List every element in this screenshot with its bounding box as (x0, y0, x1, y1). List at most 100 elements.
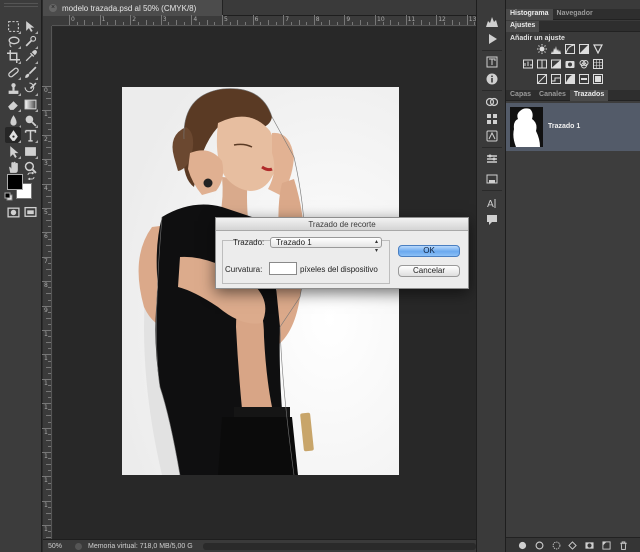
shape-tool-icon[interactable] (22, 143, 38, 159)
tools-panel (0, 0, 42, 552)
blur-tool-icon[interactable] (5, 112, 21, 128)
ruler-tick (168, 22, 170, 25)
flatness-input[interactable] (269, 262, 297, 275)
foreground-color-swatch[interactable] (7, 174, 23, 190)
marquee-tool-icon[interactable] (5, 18, 21, 34)
black-white-icon[interactable] (550, 58, 561, 69)
levels-icon[interactable] (550, 43, 561, 54)
vertical-ruler[interactable]: 0123456789111111111 (42, 26, 52, 545)
color-lookup-icon[interactable] (592, 58, 603, 69)
ruler-tick (191, 15, 193, 25)
ruler-tick (352, 22, 354, 25)
notes-icon[interactable] (485, 213, 499, 227)
threshold-icon[interactable] (564, 73, 575, 84)
hue-saturation-icon[interactable] (522, 58, 533, 69)
path-selection-tool-icon[interactable] (5, 143, 21, 159)
vibrance-icon[interactable] (592, 43, 603, 54)
channel-mixer-icon[interactable] (578, 58, 589, 69)
ruler-tick (244, 22, 246, 25)
ruler-tick (137, 22, 139, 25)
tab-paths[interactable]: Trazados (569, 90, 609, 101)
ruler-tick (42, 330, 51, 331)
new-path-icon[interactable] (602, 540, 611, 550)
character-icon[interactable] (485, 55, 499, 69)
tab-channels[interactable]: Canales (535, 90, 570, 101)
brush-tool-icon[interactable] (22, 64, 38, 80)
ruler-tick (48, 470, 51, 472)
close-icon[interactable]: × (49, 4, 57, 12)
selective-color-icon[interactable] (592, 73, 603, 84)
tab-histogram[interactable]: Histograma (506, 9, 553, 20)
tab-navigator[interactable]: Navegador (553, 9, 597, 20)
swatches-icon[interactable] (485, 112, 499, 126)
crop-tool-icon[interactable] (5, 48, 21, 64)
ruler-tick (42, 305, 51, 307)
load-selection-icon[interactable] (552, 541, 561, 550)
ruler-tick (46, 513, 51, 514)
document-tab[interactable]: × modelo trazada.psd al 50% (CMYK/8) (43, 0, 223, 16)
ruler-tick (48, 116, 51, 118)
paragraph-icon[interactable]: A (485, 196, 499, 210)
exposure-icon[interactable] (578, 43, 589, 54)
cancel-button[interactable]: Cancelar (398, 265, 460, 277)
stroke-path-icon[interactable] (535, 541, 544, 550)
dodge-tool-icon[interactable] (22, 112, 38, 128)
tab-layers[interactable]: Capas (506, 90, 535, 101)
color-balance-icon[interactable] (536, 58, 547, 69)
right-panels: Histograma Navegador Ajustes Añadir un a… (506, 0, 640, 552)
flatness-label: Curvatura: (225, 265, 263, 274)
horizontal-ruler[interactable]: 0 1 2 3 4 5 6 7 8 9 10 11 12 13 (52, 15, 491, 26)
photo-filter-icon[interactable] (564, 58, 575, 69)
status-menu-icon[interactable] (75, 542, 82, 550)
fill-path-icon[interactable] (518, 541, 527, 550)
color-icon[interactable] (485, 95, 499, 109)
type-tool-icon[interactable] (22, 127, 38, 143)
eyedropper-tool-icon[interactable] (22, 48, 38, 64)
ruler-tick (48, 153, 51, 155)
curves-icon[interactable] (564, 43, 575, 54)
quick-select-tool-icon[interactable] (22, 33, 38, 49)
path-thumbnail (510, 107, 543, 147)
ruler-tick (42, 183, 51, 185)
ruler-tick (76, 22, 78, 25)
clone-source-icon[interactable] (485, 172, 499, 186)
brush-presets-icon[interactable] (485, 152, 499, 166)
invert-icon[interactable] (536, 73, 547, 84)
tab-adjustments[interactable]: Ajustes (506, 21, 540, 32)
gradient-map-icon[interactable] (578, 73, 589, 84)
screen-mode-icon[interactable] (22, 204, 38, 220)
add-mask-icon[interactable] (585, 541, 594, 550)
lasso-tool-icon[interactable] (5, 33, 21, 49)
zoom-level[interactable]: 50% (43, 543, 69, 550)
quick-mask-icon[interactable] (5, 204, 21, 220)
swap-colors-icon[interactable] (27, 172, 35, 180)
delete-path-icon[interactable] (619, 540, 628, 550)
pen-tool-icon[interactable] (5, 127, 21, 143)
path-list-item[interactable]: Trazado 1 (506, 103, 640, 151)
history-brush-tool-icon[interactable] (22, 80, 38, 96)
gradient-tool-icon[interactable] (22, 96, 38, 112)
play-actions-icon[interactable] (485, 32, 499, 46)
clone-stamp-tool-icon[interactable] (5, 80, 21, 96)
path-select[interactable]: Trazado 1 ▴ ▾ (270, 237, 382, 254)
ruler-origin[interactable] (43, 16, 52, 26)
ruler-tick (321, 22, 323, 25)
ok-button[interactable]: OK (398, 245, 460, 257)
ruler-tick (46, 195, 51, 197)
histogram-icon[interactable] (485, 14, 499, 28)
dialog-title[interactable]: Trazado de recorte (216, 218, 468, 231)
horizontal-scrollbar[interactable] (203, 543, 476, 550)
panel-grip[interactable] (4, 3, 38, 7)
ruler-tick (42, 427, 51, 429)
brightness-contrast-icon[interactable] (536, 43, 547, 54)
info-icon[interactable] (485, 72, 499, 86)
posterize-icon[interactable] (550, 73, 561, 84)
hand-tool-icon[interactable] (5, 159, 21, 175)
ruler-tick (443, 22, 445, 25)
make-work-path-icon[interactable] (568, 540, 578, 550)
eraser-tool-icon[interactable] (5, 96, 21, 112)
move-tool-icon[interactable] (22, 18, 38, 34)
default-colors-icon[interactable] (4, 192, 13, 201)
healing-brush-tool-icon[interactable] (5, 64, 21, 80)
styles-icon[interactable] (485, 129, 499, 143)
